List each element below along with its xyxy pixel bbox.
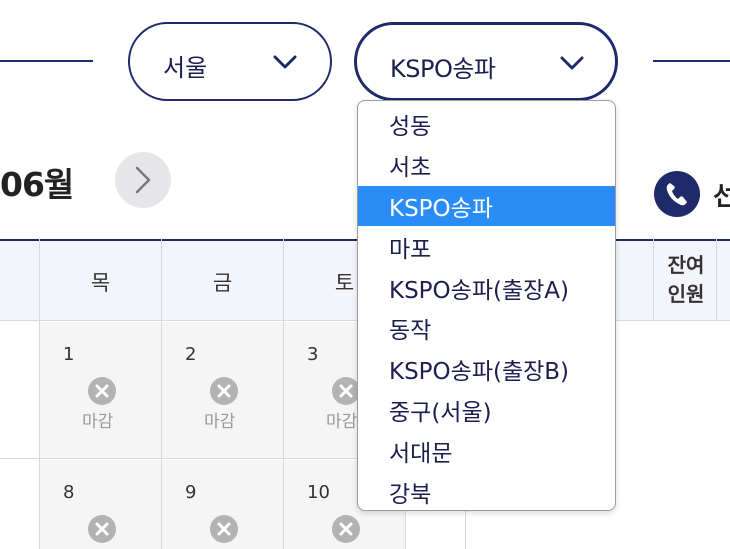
closed-x-icon bbox=[210, 515, 238, 543]
chevron-down-icon bbox=[560, 56, 584, 70]
day-number: 8 bbox=[63, 482, 75, 503]
dropdown-option[interactable]: 강북 bbox=[358, 471, 615, 510]
day-number: 1 bbox=[63, 344, 75, 365]
closed-x-icon bbox=[332, 515, 360, 543]
dropdown-option[interactable]: 성동 bbox=[358, 104, 615, 145]
dropdown-option[interactable]: KSPO송파(출장B) bbox=[358, 349, 615, 390]
region-select[interactable]: 서울 bbox=[128, 22, 332, 101]
chevron-right-icon bbox=[135, 166, 151, 194]
center-select-value: KSPO송파 bbox=[390, 55, 496, 83]
center-select[interactable]: KSPO송파 bbox=[354, 22, 618, 101]
closed-label: 마감 bbox=[82, 412, 114, 432]
day-number: 10 bbox=[307, 482, 330, 503]
chevron-down-icon bbox=[273, 55, 297, 69]
calendar-day-cell[interactable]: 1 마감 bbox=[40, 322, 161, 459]
weekday-header-fri: 금 bbox=[212, 271, 233, 295]
remaining-header: 잔여 인원 bbox=[655, 239, 717, 321]
day-number: 9 bbox=[185, 482, 197, 503]
dropdown-option-selected[interactable]: KSPO송파 bbox=[358, 185, 615, 227]
next-month-button[interactable] bbox=[115, 152, 171, 208]
day-number: 3 bbox=[307, 344, 319, 365]
dropdown-option[interactable]: 서대문 bbox=[358, 430, 615, 471]
dropdown-option[interactable]: KSPO송파(출장A) bbox=[358, 267, 615, 308]
closed-label: 마감 bbox=[82, 545, 113, 549]
dropdown-option[interactable]: 서초 bbox=[358, 145, 615, 186]
closed-x-icon bbox=[88, 377, 116, 405]
day-number: 2 bbox=[185, 344, 197, 365]
center-dropdown-list: 성동 서초 KSPO송파 마포 KSPO송파(출장A) 동작 KSPO송파(출장… bbox=[357, 100, 616, 511]
closed-x-icon bbox=[332, 377, 360, 405]
phone-label: 선 bbox=[713, 182, 730, 212]
dropdown-option[interactable]: 동작 bbox=[358, 308, 615, 349]
closed-label: 마감 bbox=[326, 545, 357, 549]
grid-divider bbox=[39, 239, 40, 549]
dropdown-option[interactable]: 마포 bbox=[358, 226, 615, 267]
grid-divider bbox=[283, 239, 284, 549]
grid-divider bbox=[653, 239, 654, 321]
dropdown-option[interactable]: 중구(서울) bbox=[358, 390, 615, 431]
closed-label: 마감 bbox=[326, 412, 358, 432]
calendar-day-cell[interactable]: 8 마감 bbox=[40, 460, 161, 549]
month-title: 06월 bbox=[0, 165, 74, 204]
grid-divider bbox=[716, 239, 717, 321]
divider-line-left bbox=[0, 60, 93, 62]
remaining-header-line2: 인원 bbox=[667, 282, 705, 306]
phone-icon bbox=[654, 171, 700, 217]
weekday-header-thu: 목 bbox=[90, 271, 111, 295]
closed-label: 마감 bbox=[204, 545, 235, 549]
closed-x-icon bbox=[88, 515, 116, 543]
closed-label: 마감 bbox=[204, 412, 236, 432]
calendar-day-cell[interactable]: 2 마감 bbox=[162, 322, 283, 459]
divider-line-right bbox=[653, 60, 730, 62]
region-select-value: 서울 bbox=[163, 54, 208, 82]
closed-x-icon bbox=[210, 377, 238, 405]
calendar-day-cell[interactable]: 9 마감 bbox=[162, 460, 283, 549]
remaining-header-line1: 잔여 bbox=[667, 253, 705, 277]
grid-divider bbox=[161, 239, 162, 549]
